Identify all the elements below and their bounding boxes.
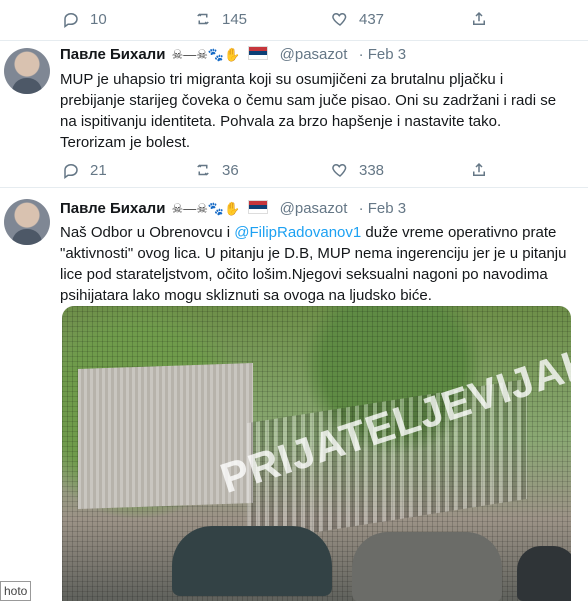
- tweet-header: Павле Бихали ☠—☠🐾✋ @pasazot · Feb 3: [60, 200, 406, 217]
- like-button[interactable]: 437: [331, 10, 384, 28]
- reply-icon: [64, 12, 78, 28]
- like-count: 338: [359, 161, 385, 179]
- serbian-flag-icon: [248, 46, 269, 60]
- retweet-icon: [197, 13, 209, 25]
- timestamp[interactable]: · Feb 3: [359, 200, 407, 217]
- share-icon: [473, 162, 485, 176]
- previous-tweet-actions: 10 145 437: [0, 0, 588, 41]
- text-before-mention: Naš Odbor u Obrenovcu i: [60, 224, 235, 241]
- reply-button[interactable]: 10: [62, 10, 107, 28]
- photo-label: hoto: [0, 581, 32, 601]
- reply-count: 21: [90, 161, 107, 179]
- reply-icon: [64, 163, 78, 179]
- display-name[interactable]: Павле Бихали: [60, 200, 165, 217]
- username[interactable]: @pasazot: [280, 46, 348, 63]
- retweet-count: 145: [222, 10, 248, 28]
- serbian-flag-icon: [248, 200, 269, 214]
- retweet-count: 36: [222, 161, 239, 179]
- like-button[interactable]: 338: [331, 161, 384, 179]
- display-name[interactable]: Павле Бихали: [60, 46, 165, 63]
- reply-button[interactable]: 21: [62, 161, 107, 179]
- retweet-icon: [197, 164, 209, 176]
- tweet-header: Павле Бихали ☠—☠🐾✋ @pasazot · Feb 3: [60, 46, 406, 63]
- tweet-text: Naš Odbor u Obrenovcu i @FilipRadovanov1…: [60, 222, 570, 306]
- tweet-1[interactable]: Павле Бихали ☠—☠🐾✋ @pasazot · Feb 3 MUP …: [0, 41, 588, 188]
- like-count: 437: [359, 10, 385, 28]
- share-button[interactable]: [470, 10, 498, 28]
- share-icon: [473, 11, 485, 25]
- retweet-button[interactable]: 145: [194, 10, 247, 28]
- timestamp[interactable]: · Feb 3: [359, 46, 407, 63]
- gray-car: [352, 532, 502, 601]
- name-emoji-decoration: ☠—☠🐾✋: [171, 47, 241, 62]
- partial-car: [517, 546, 571, 601]
- username[interactable]: @pasazot: [280, 200, 348, 217]
- reply-count: 10: [90, 10, 107, 28]
- share-button[interactable]: [470, 161, 498, 179]
- tweet-media-image[interactable]: PRIJATELJEVIJAHU: [62, 306, 571, 601]
- avatar[interactable]: [4, 48, 50, 94]
- tweet-text: MUP je uhapsio tri migranta koji su osum…: [60, 71, 557, 151]
- name-emoji-decoration: ☠—☠🐾✋: [171, 201, 241, 216]
- mention-link[interactable]: @FilipRadovanov1: [234, 224, 361, 241]
- avatar[interactable]: [4, 199, 50, 245]
- dark-car: [172, 526, 332, 596]
- like-icon: [332, 12, 347, 26]
- like-icon: [332, 163, 347, 177]
- retweet-button[interactable]: 36: [194, 161, 239, 179]
